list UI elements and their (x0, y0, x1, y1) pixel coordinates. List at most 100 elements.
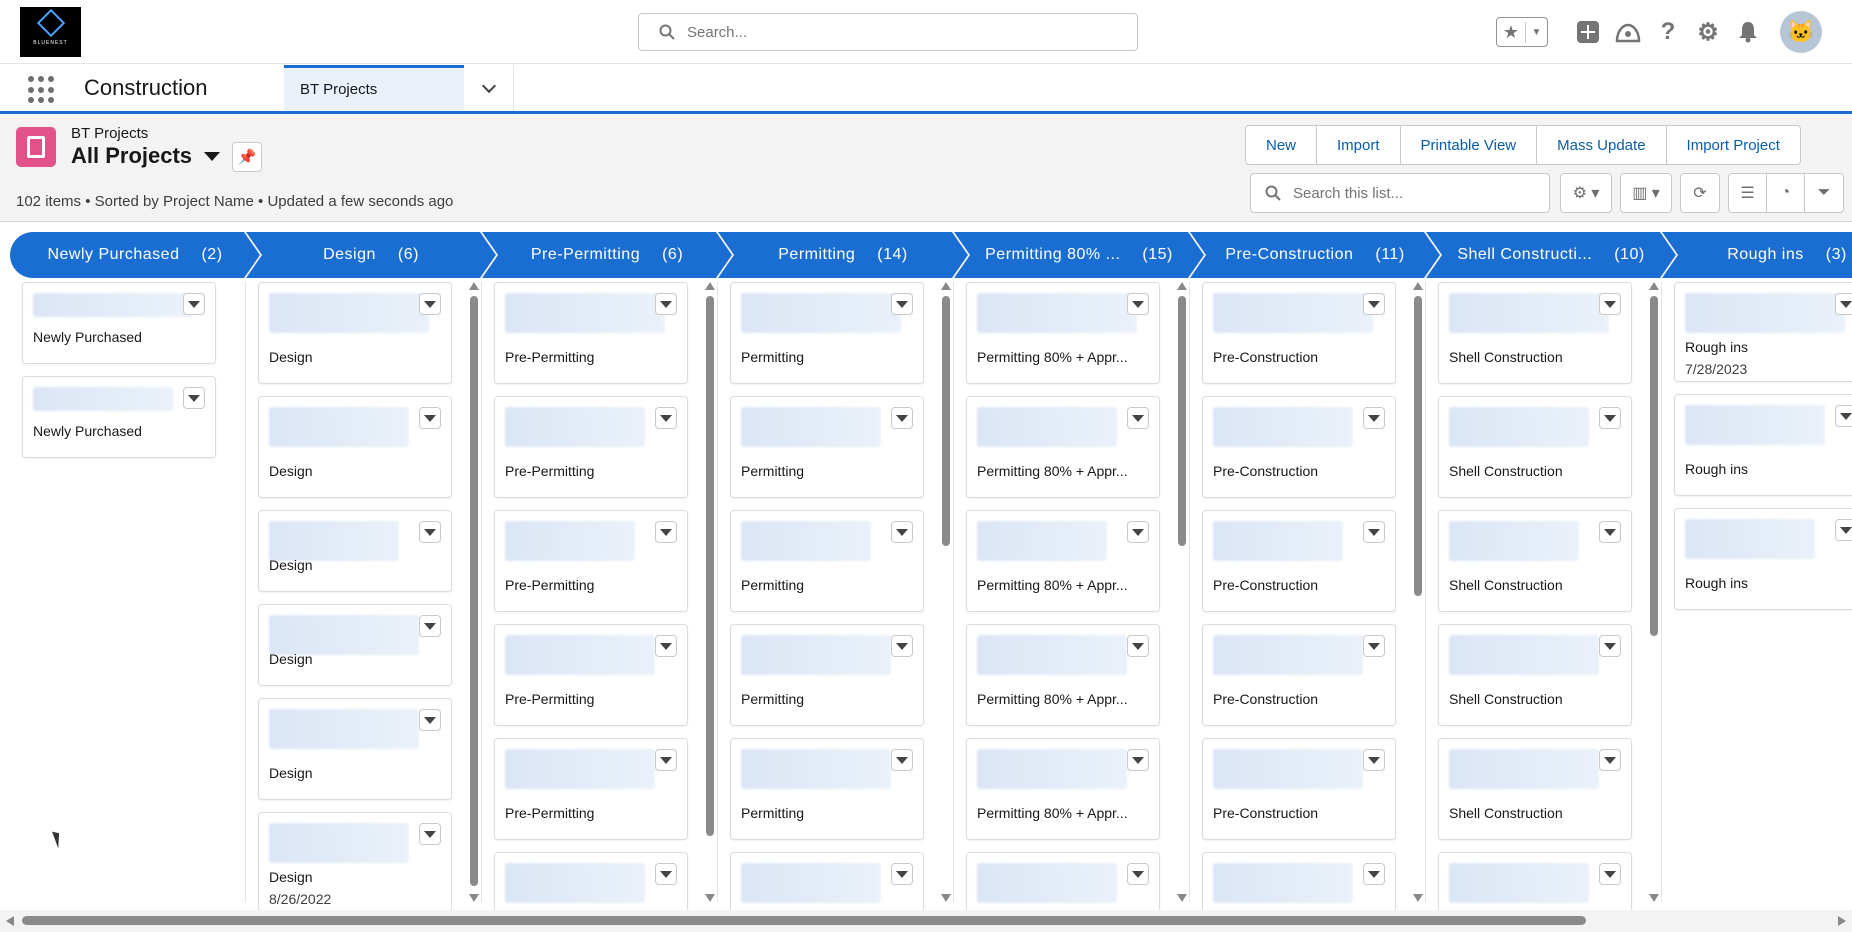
card-title-redacted[interactable] (741, 863, 881, 903)
card-menu-button[interactable] (1599, 407, 1621, 429)
scroll-down-icon[interactable] (1413, 894, 1423, 902)
stage-header-0[interactable]: Newly Purchased (2) (10, 232, 260, 278)
card-menu-button[interactable] (1835, 519, 1852, 541)
gear-icon[interactable]: ⚙ (1688, 12, 1728, 52)
card-title-redacted[interactable] (269, 293, 429, 333)
kanban-card[interactable]: Permitting (730, 282, 924, 384)
kanban-card[interactable]: Permitting 80% + Appr... (966, 738, 1160, 840)
card-title-redacted[interactable] (505, 407, 645, 447)
card-title-redacted[interactable] (505, 293, 665, 333)
card-menu-button[interactable] (655, 293, 677, 315)
card-menu-button[interactable] (1127, 521, 1149, 543)
card-title-redacted[interactable] (1685, 405, 1825, 445)
card-title-redacted[interactable] (1449, 863, 1589, 903)
kanban-card[interactable]: Design (258, 282, 452, 384)
kanban-card[interactable]: Rough ins (1674, 394, 1852, 496)
card-title-redacted[interactable] (1449, 521, 1579, 561)
kanban-card[interactable]: Newly Purchased (22, 282, 216, 364)
column-scrollbar[interactable] (1412, 282, 1424, 902)
column-scrollbar[interactable] (1648, 282, 1660, 902)
chart-icon[interactable]: ◔ (1767, 174, 1805, 212)
card-menu-button[interactable] (1127, 635, 1149, 657)
scroll-right-icon[interactable] (1838, 916, 1846, 926)
filter-icon[interactable]: ⏷ (1805, 174, 1843, 212)
card-menu-button[interactable] (891, 863, 913, 885)
kanban-card[interactable]: Pre-Construction (1202, 282, 1396, 384)
card-menu-button[interactable] (891, 635, 913, 657)
card-title-redacted[interactable] (977, 635, 1127, 675)
card-menu-button[interactable] (1363, 521, 1385, 543)
new-button[interactable]: New (1246, 126, 1318, 164)
card-menu-button[interactable] (891, 749, 913, 771)
bell-icon[interactable] (1728, 12, 1768, 52)
card-title-redacted[interactable] (1685, 519, 1815, 559)
favorites-dropdown-icon[interactable]: ▼ (1526, 27, 1547, 38)
pin-icon[interactable]: 📌 (232, 142, 262, 172)
scroll-down-icon[interactable] (1177, 894, 1187, 902)
card-menu-button[interactable] (1363, 293, 1385, 315)
card-title-redacted[interactable] (1449, 635, 1599, 675)
card-title-redacted[interactable] (269, 615, 419, 655)
column-scrollbar[interactable] (1176, 282, 1188, 902)
card-title-redacted[interactable] (741, 407, 881, 447)
card-menu-button[interactable] (655, 749, 677, 771)
kanban-card[interactable]: Design (258, 698, 452, 800)
card-title-redacted[interactable] (505, 635, 655, 675)
kanban-card[interactable] (730, 852, 924, 912)
list-view-selector[interactable]: All Projects (71, 143, 221, 169)
card-menu-button[interactable] (419, 407, 441, 429)
card-title-redacted[interactable] (977, 407, 1117, 447)
card-menu-button[interactable] (891, 407, 913, 429)
card-title-redacted[interactable] (1213, 749, 1363, 789)
card-title-redacted[interactable] (977, 863, 1117, 903)
card-menu-button[interactable] (1363, 635, 1385, 657)
card-menu-button[interactable] (1599, 749, 1621, 771)
card-title-redacted[interactable] (1685, 293, 1845, 333)
list-view-icon[interactable]: ☰ (1729, 174, 1767, 212)
column-scrollbar[interactable] (704, 282, 716, 902)
kanban-card[interactable] (1438, 852, 1632, 912)
kanban-card[interactable]: Shell Construction (1438, 282, 1632, 384)
horizontal-scrollbar[interactable] (0, 910, 1852, 932)
scroll-down-icon[interactable] (705, 894, 715, 902)
kanban-card[interactable]: Newly Purchased (22, 376, 216, 458)
card-menu-button[interactable] (1363, 407, 1385, 429)
kanban-card[interactable] (1202, 852, 1396, 912)
kanban-card[interactable]: Permitting (730, 624, 924, 726)
scroll-down-icon[interactable] (469, 894, 479, 902)
card-menu-button[interactable] (1127, 407, 1149, 429)
list-settings-gear-icon[interactable]: ⚙ ▾ (1560, 173, 1612, 213)
card-title-redacted[interactable] (1449, 749, 1599, 789)
stage-header-6[interactable]: Shell Constructi... (10) (1426, 232, 1676, 278)
card-menu-button[interactable] (419, 615, 441, 637)
display-as-icon[interactable]: ▥ ▾ (1620, 173, 1672, 213)
kanban-card[interactable]: Pre-Permitting (494, 396, 688, 498)
card-title-redacted[interactable] (33, 293, 193, 317)
column-scrollbar[interactable] (468, 282, 480, 902)
scroll-down-icon[interactable] (1649, 894, 1659, 902)
mass-update-button[interactable]: Mass Update (1537, 126, 1667, 164)
help-icon[interactable]: ? (1648, 12, 1688, 52)
trailhead-icon[interactable] (1608, 12, 1648, 52)
company-logo[interactable]: BLUENEST (20, 7, 81, 57)
kanban-card[interactable]: Pre-Construction (1202, 396, 1396, 498)
card-menu-button[interactable] (419, 293, 441, 315)
kanban-card[interactable]: Pre-Construction (1202, 738, 1396, 840)
scroll-left-icon[interactable] (6, 916, 14, 926)
list-search-input[interactable]: Search this list... (1250, 173, 1550, 213)
kanban-card[interactable]: Permitting 80% + Appr... (966, 282, 1160, 384)
card-title-redacted[interactable] (269, 709, 419, 749)
card-title-redacted[interactable] (505, 863, 645, 903)
kanban-card[interactable]: Permitting 80% + Appr... (966, 510, 1160, 612)
card-menu-button[interactable] (1599, 635, 1621, 657)
scroll-thumb[interactable] (470, 296, 478, 886)
card-title-redacted[interactable] (1213, 521, 1343, 561)
kanban-card[interactable]: Pre-Construction (1202, 624, 1396, 726)
horizontal-scroll-thumb[interactable] (22, 916, 1586, 925)
card-menu-button[interactable] (891, 521, 913, 543)
refresh-icon[interactable]: ⟳ (1680, 173, 1720, 213)
kanban-card[interactable]: Permitting 80% + Appr... (966, 396, 1160, 498)
kanban-card[interactable]: Design 8/26/2022 (258, 812, 452, 912)
card-title-redacted[interactable] (1449, 293, 1609, 333)
card-title-redacted[interactable] (977, 293, 1137, 333)
